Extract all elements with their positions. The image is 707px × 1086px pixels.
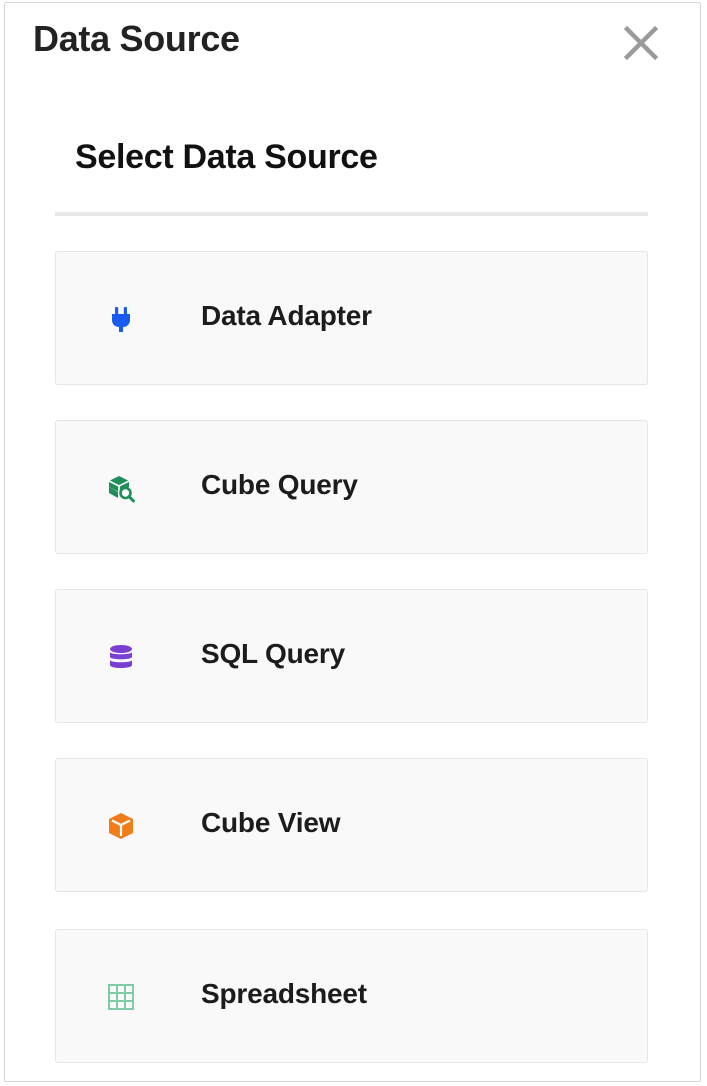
option-label: Data Adapter [201, 300, 372, 331]
option-label: Cube Query [201, 469, 358, 500]
option-label: SQL Query [201, 638, 345, 669]
cube-search-icon [106, 473, 136, 503]
plug-icon [106, 304, 136, 334]
option-data-adapter[interactable]: Data Adapter [55, 251, 648, 385]
close-icon [623, 25, 659, 61]
section-title: Select Data Source [75, 138, 378, 176]
option-sql-query[interactable]: SQL Query [55, 589, 648, 723]
option-cube-view[interactable]: Cube View [55, 758, 648, 892]
data-source-panel: Data Source Select Data Source Data Adap… [4, 2, 701, 1082]
option-label: Cube View [201, 807, 341, 838]
option-label: Spreadsheet [201, 978, 367, 1009]
option-cube-query[interactable]: Cube Query [55, 420, 648, 554]
database-icon [106, 642, 136, 672]
table-grid-icon [106, 982, 136, 1012]
option-spreadsheet[interactable]: Spreadsheet [55, 929, 648, 1063]
divider [55, 212, 648, 216]
panel-title: Data Source [33, 18, 240, 59]
close-button[interactable] [619, 21, 663, 65]
cube-icon [106, 811, 136, 841]
